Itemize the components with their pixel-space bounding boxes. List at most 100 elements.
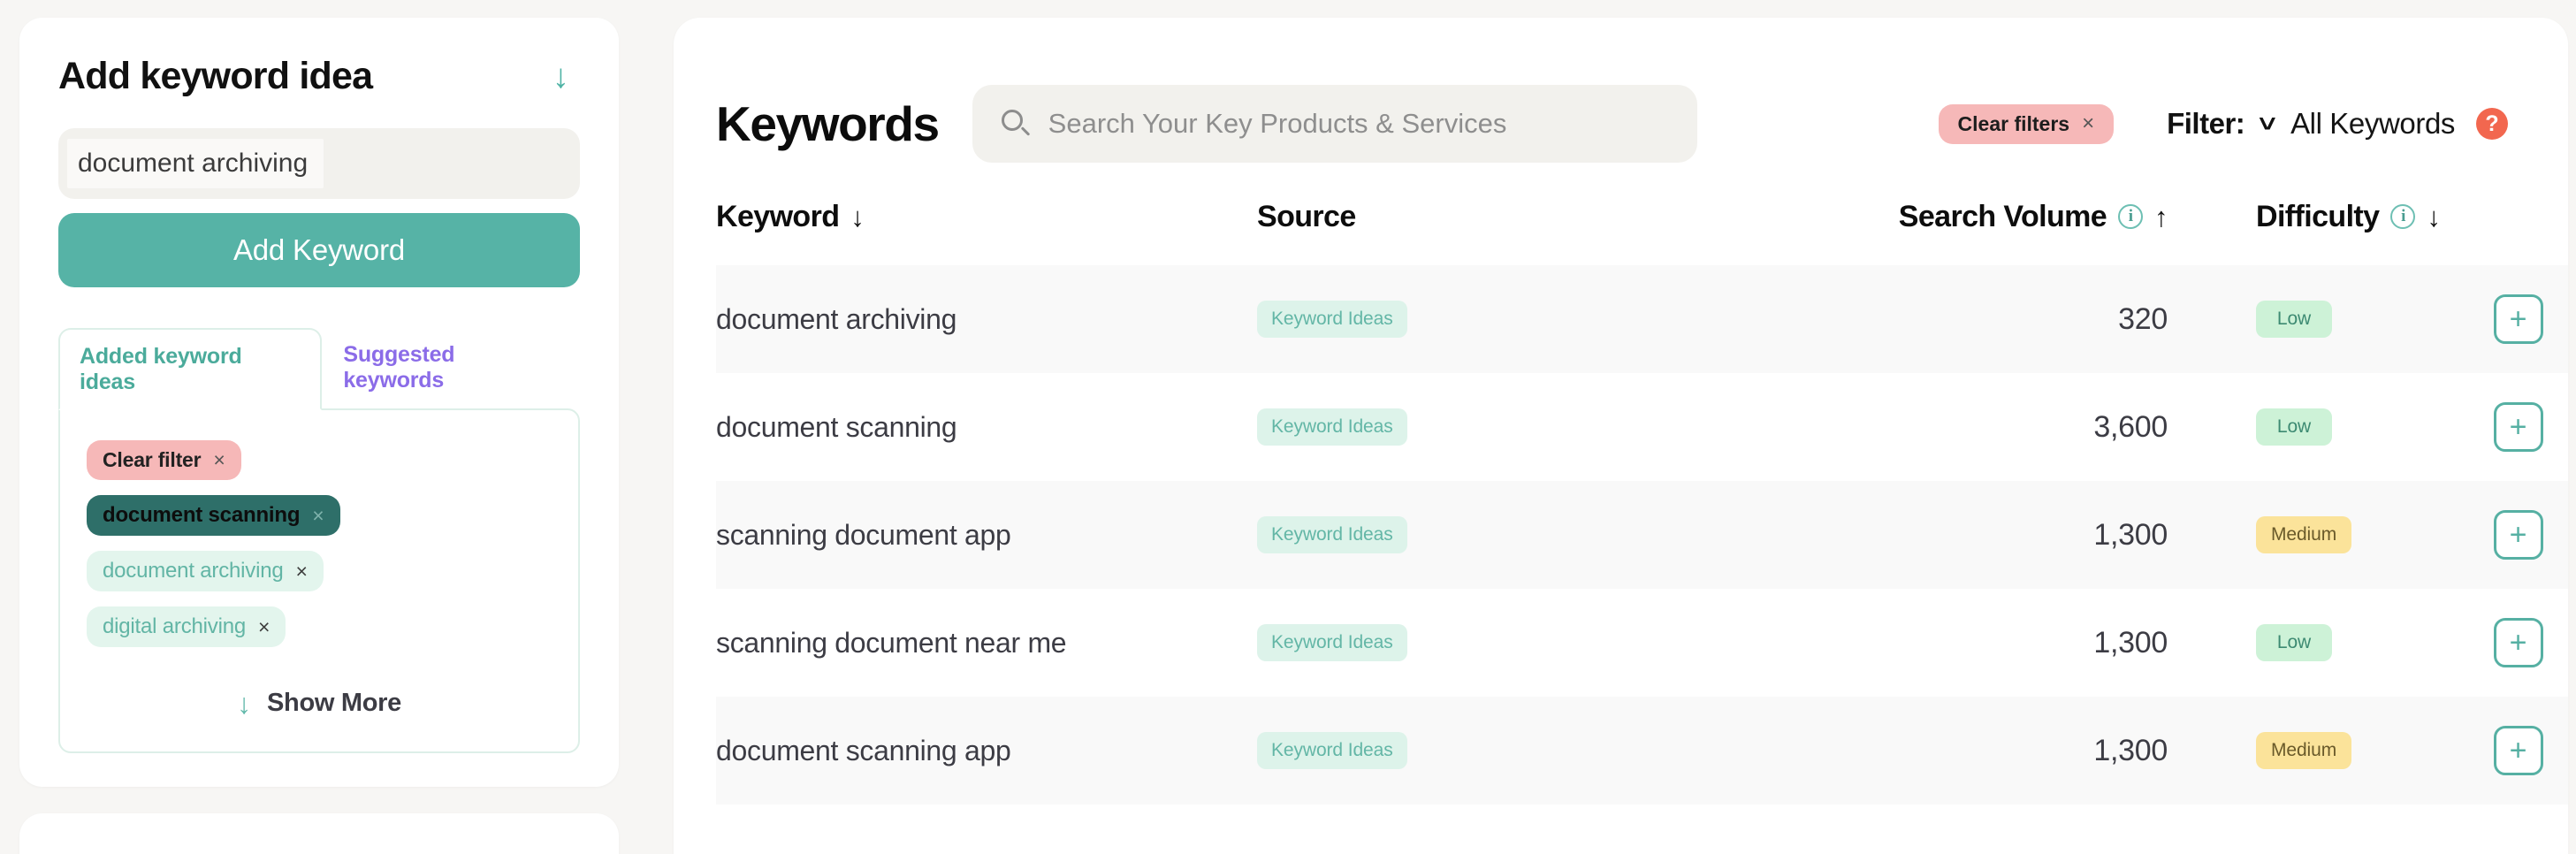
column-header-source-label: Source bbox=[1257, 199, 1356, 233]
cell-difficulty: Low bbox=[2256, 408, 2468, 446]
filter-value[interactable]: All Keywords bbox=[2290, 107, 2455, 141]
cell-difficulty: Medium bbox=[2256, 732, 2468, 769]
keyword-chip-label: digital archiving bbox=[103, 614, 247, 639]
info-icon[interactable]: i bbox=[2390, 204, 2416, 229]
table-row[interactable]: scanning document app Keyword Ideas 1,30… bbox=[674, 481, 2568, 589]
close-icon[interactable]: × bbox=[258, 616, 270, 637]
source-badge: Keyword Ideas bbox=[1257, 301, 1407, 338]
cell-search-volume: 3,600 bbox=[2093, 409, 2168, 444]
sort-arrow-icon[interactable]: ↑ bbox=[2154, 203, 2168, 231]
difficulty-badge: Low bbox=[2256, 624, 2332, 661]
keyword-chip-document-archiving[interactable]: document archiving × bbox=[87, 551, 324, 592]
column-header-source: Source bbox=[1257, 200, 1832, 234]
filter-group: Filter: ˅ All Keywords ? bbox=[2167, 107, 2508, 141]
cell-action: + bbox=[2468, 726, 2568, 775]
close-icon[interactable]: × bbox=[296, 560, 308, 582]
close-icon[interactable]: × bbox=[213, 450, 225, 470]
keywords-title: Keywords bbox=[716, 96, 940, 151]
close-icon[interactable]: × bbox=[312, 505, 324, 526]
table-row[interactable]: document scanning app Keyword Ideas 1,30… bbox=[674, 697, 2568, 804]
difficulty-badge: Medium bbox=[2256, 516, 2352, 553]
cell-action: + bbox=[2468, 510, 2568, 560]
keywords-panel: Keywords Clear filters × Filter: ˅ All K… bbox=[674, 18, 2568, 854]
clear-filter-chip[interactable]: Clear filter × bbox=[87, 440, 241, 481]
clear-filters-button[interactable]: Clear filters × bbox=[1938, 103, 2115, 144]
chip-row-3: digital archiving × bbox=[87, 606, 552, 662]
show-more-label: Show More bbox=[267, 689, 401, 718]
keyword-input[interactable] bbox=[67, 139, 324, 189]
chevron-down-icon[interactable]: ˅ bbox=[2259, 111, 2276, 136]
sidebar-header: Add keyword idea ↓ bbox=[58, 55, 580, 97]
info-icon[interactable]: i bbox=[2118, 204, 2144, 229]
table-row[interactable]: scanning document near me Keyword Ideas … bbox=[674, 589, 2568, 697]
source-badge: Keyword Ideas bbox=[1257, 516, 1407, 553]
cell-source: Keyword Ideas bbox=[1257, 301, 1832, 338]
chip-row-1: document scanning × bbox=[87, 495, 552, 551]
cell-keyword: document scanning bbox=[716, 410, 957, 443]
add-keyword-row-button[interactable]: + bbox=[2493, 402, 2543, 452]
keyword-chip-label: document scanning bbox=[103, 503, 301, 528]
filter-label: Filter: bbox=[2167, 107, 2245, 140]
app-root: Add keyword idea ↓ Add Keyword Added key… bbox=[0, 0, 2576, 854]
chip-row-0: Clear filter × bbox=[87, 440, 552, 495]
source-badge: Keyword Ideas bbox=[1257, 408, 1407, 446]
page-title: Add keyword idea bbox=[58, 55, 373, 97]
search-box[interactable] bbox=[972, 85, 1697, 163]
cell-search-volume: 1,300 bbox=[2093, 733, 2168, 767]
cell-source: Keyword Ideas bbox=[1257, 516, 1832, 553]
clear-filters-label: Clear filters bbox=[1957, 111, 2070, 135]
cell-search-volume: 1,300 bbox=[2093, 625, 2168, 660]
sort-arrow-icon[interactable]: ↓ bbox=[2427, 203, 2441, 231]
cell-keyword: document archiving bbox=[716, 302, 957, 335]
cell-source: Keyword Ideas bbox=[1257, 624, 1832, 661]
keyword-chip-label: document archiving bbox=[103, 559, 284, 583]
sidebar: Add keyword idea ↓ Add Keyword Added key… bbox=[19, 18, 619, 854]
sidebar-secondary-card bbox=[19, 813, 619, 854]
cell-search-volume: 320 bbox=[2118, 301, 2168, 336]
clear-filter-chip-label: Clear filter bbox=[103, 448, 202, 472]
cell-action: + bbox=[2468, 618, 2568, 667]
close-icon[interactable]: × bbox=[2082, 113, 2094, 134]
column-header-difficulty: Difficulty i ↓ bbox=[2256, 200, 2468, 234]
keyword-chip-digital-archiving[interactable]: digital archiving × bbox=[87, 606, 286, 648]
tab-suggested-keywords[interactable]: Suggested keywords bbox=[322, 326, 580, 409]
sort-arrow-icon[interactable]: ↓ bbox=[850, 203, 865, 231]
add-keyword-button[interactable]: Add Keyword bbox=[58, 213, 580, 288]
keyword-input-wrapper[interactable] bbox=[58, 128, 580, 200]
table-row[interactable]: document archiving Keyword Ideas 320 Low… bbox=[674, 265, 2568, 373]
sidebar-tabs: Added keyword ideas Suggested keywords bbox=[58, 326, 580, 411]
column-header-keyword: Keyword ↓ bbox=[674, 200, 1257, 234]
add-keyword-row-button[interactable]: + bbox=[2493, 510, 2543, 560]
arrow-down-icon: ↓ bbox=[237, 687, 251, 720]
keywords-table: Keyword ↓ Source Search Volume i ↑ Diffi… bbox=[674, 168, 2568, 804]
table-row[interactable]: document scanning Keyword Ideas 3,600 Lo… bbox=[674, 373, 2568, 481]
cell-source: Keyword Ideas bbox=[1257, 408, 1832, 446]
difficulty-badge: Low bbox=[2256, 301, 2332, 338]
cell-action: + bbox=[2468, 402, 2568, 452]
column-header-difficulty-label: Difficulty bbox=[2256, 199, 2380, 233]
cell-difficulty: Low bbox=[2256, 301, 2468, 338]
keyword-chip-document-scanning[interactable]: document scanning × bbox=[87, 495, 340, 537]
cell-keyword: scanning document app bbox=[716, 518, 1011, 551]
add-keyword-row-button[interactable]: + bbox=[2493, 294, 2543, 344]
difficulty-badge: Low bbox=[2256, 408, 2332, 446]
added-keyword-ideas-panel: Clear filter × document scanning × docum… bbox=[58, 408, 580, 754]
help-icon[interactable]: ? bbox=[2476, 108, 2508, 140]
add-keyword-row-button[interactable]: + bbox=[2493, 726, 2543, 775]
search-icon bbox=[1001, 109, 1031, 139]
tab-added-keyword-ideas[interactable]: Added keyword ideas bbox=[58, 328, 323, 411]
difficulty-badge: Medium bbox=[2256, 732, 2352, 769]
cell-search-volume: 1,300 bbox=[2093, 517, 2168, 552]
chip-row-2: document archiving × bbox=[87, 551, 552, 606]
add-keyword-idea-card: Add keyword idea ↓ Add Keyword Added key… bbox=[19, 18, 619, 788]
arrow-down-icon[interactable]: ↓ bbox=[553, 60, 580, 94]
keywords-header: Keywords Clear filters × Filter: ˅ All K… bbox=[674, 18, 2568, 168]
cell-keyword: document scanning app bbox=[716, 734, 1011, 766]
column-header-keyword-label: Keyword bbox=[716, 199, 840, 233]
source-badge: Keyword Ideas bbox=[1257, 732, 1407, 769]
search-input[interactable] bbox=[1048, 108, 1669, 140]
show-more-button[interactable]: ↓ Show More bbox=[87, 689, 552, 718]
column-header-search-volume: Search Volume i ↑ bbox=[1832, 200, 2256, 234]
table-header-row: Keyword ↓ Source Search Volume i ↑ Diffi… bbox=[674, 168, 2568, 265]
add-keyword-row-button[interactable]: + bbox=[2493, 618, 2543, 667]
